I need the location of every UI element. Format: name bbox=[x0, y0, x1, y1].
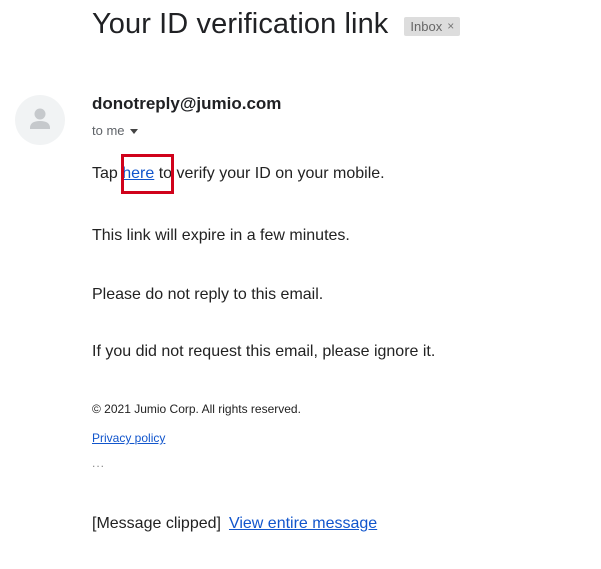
body-text-verify: to verify your ID on your mobile. bbox=[154, 165, 385, 182]
email-subject: Your ID verification link bbox=[92, 8, 389, 40]
message-clipped-text: [Message clipped] bbox=[92, 515, 221, 532]
privacy-policy-link-row: Privacy policy bbox=[92, 431, 165, 445]
caret-down-icon[interactable] bbox=[129, 128, 138, 134]
body-line-verify: Tap here to verify your ID on your mobil… bbox=[92, 165, 385, 183]
body-line-expire: This link will expire in a few minutes. bbox=[92, 227, 350, 244]
trimmed-content-ellipsis[interactable]: ... bbox=[92, 456, 105, 470]
privacy-policy-link[interactable]: Privacy policy bbox=[92, 431, 165, 445]
body-line-ignore: If you did not request this email, pleas… bbox=[92, 343, 436, 360]
body-line-noreply: Please do not reply to this email. bbox=[92, 286, 324, 303]
close-icon[interactable]: × bbox=[447, 19, 454, 33]
message-clipped-row: [Message clipped] View entire message bbox=[92, 515, 377, 533]
recipient-details-toggle[interactable]: to me bbox=[92, 123, 138, 138]
recipient-text: to me bbox=[92, 123, 125, 138]
copyright-text: © 2021 Jumio Corp. All rights reserved. bbox=[92, 402, 301, 416]
view-entire-message-link[interactable]: View entire message bbox=[229, 515, 377, 532]
default-avatar-icon[interactable] bbox=[15, 95, 65, 145]
body-text-tap: Tap bbox=[92, 165, 123, 182]
subject-row: Your ID verification link Inbox × bbox=[92, 8, 461, 41]
inbox-label-chip[interactable]: Inbox × bbox=[404, 16, 461, 36]
verify-here-link[interactable]: here bbox=[122, 165, 154, 182]
sender-address[interactable]: donotreply@jumio.com bbox=[92, 94, 281, 114]
inbox-label-text: Inbox bbox=[410, 18, 443, 34]
